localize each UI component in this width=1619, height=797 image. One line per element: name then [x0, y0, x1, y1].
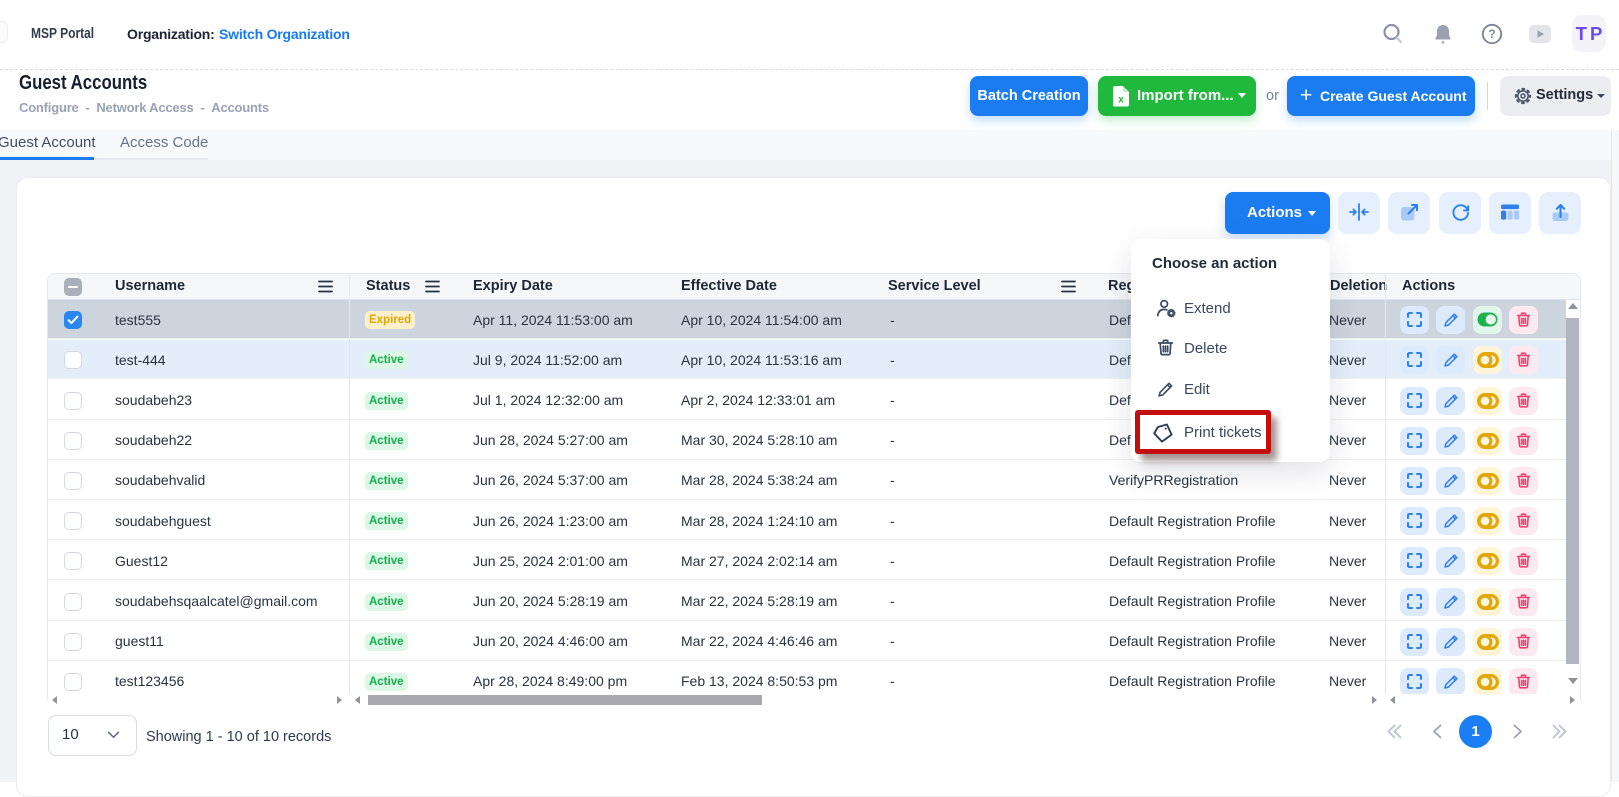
svg-text:x: x [1118, 95, 1124, 106]
svg-text:?: ? [1488, 27, 1495, 41]
